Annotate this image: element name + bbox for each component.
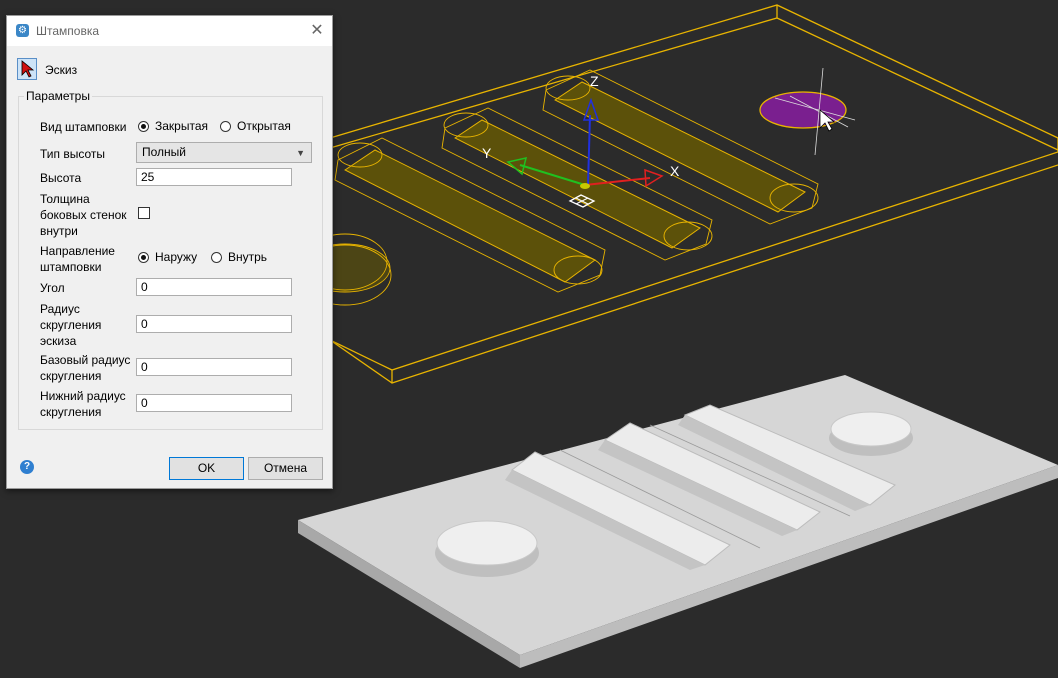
chevron-down-icon: ▼ — [296, 148, 305, 158]
ok-button[interactable]: OK — [169, 457, 244, 480]
height-input[interactable]: 25 — [136, 168, 292, 186]
bottom-radius-label-line1: Нижний радиус — [40, 389, 126, 403]
direction-in-radio[interactable] — [211, 252, 222, 263]
bottom-radius-label-line2: скругления — [40, 405, 102, 419]
angle-input[interactable]: 0 — [136, 278, 292, 296]
axis-label-y: Y — [482, 145, 492, 161]
wall-thickness-label-line2: боковых стенок — [40, 208, 127, 222]
sketch-radius-label-line3: эскиза — [40, 334, 77, 348]
sketch-label: Эскиз — [45, 63, 78, 77]
axis-label-x: X — [670, 163, 680, 179]
direction-label-line1: Направление — [40, 244, 115, 258]
direction-label-line2: штамповки — [40, 260, 102, 274]
bottom-radius-input[interactable]: 0 — [136, 394, 292, 412]
sketch-select-button[interactable] — [17, 58, 37, 80]
axis-label-z: Z — [590, 73, 599, 89]
help-icon[interactable]: ? — [20, 460, 34, 474]
solid-plate — [298, 375, 1058, 668]
selected-sketch-ellipse — [759, 91, 847, 129]
height-type-value: Полный — [142, 145, 186, 159]
sketch-radius-label-line1: Радиус — [40, 302, 80, 316]
direction-out-radio[interactable] — [138, 252, 149, 263]
stamping-dialog: ⚙ Штамповка ✕ Эскиз Параметры Вид штампо… — [6, 15, 333, 489]
height-type-select[interactable]: Полный ▼ — [136, 142, 312, 163]
base-radius-label-line2: скругления — [40, 369, 102, 383]
direction-in-label: Внутрь — [228, 250, 268, 264]
parameters-group-title: Параметры — [24, 89, 92, 103]
dialog-title: Штамповка — [36, 24, 100, 38]
wall-thickness-checkbox[interactable] — [138, 207, 150, 219]
app-gear-icon: ⚙ — [16, 24, 29, 37]
stamp-type-open-radio[interactable] — [220, 121, 231, 132]
close-button[interactable]: ✕ — [306, 20, 328, 42]
base-radius-input[interactable]: 0 — [136, 358, 292, 376]
direction-out-label: Наружу — [155, 250, 198, 264]
dialog-titlebar[interactable]: ⚙ Штамповка ✕ — [7, 16, 332, 46]
sketch-radius-input[interactable]: 0 — [136, 315, 292, 333]
wall-thickness-label-line3: внутри — [40, 224, 78, 238]
sketch-radius-label-line2: скругления — [40, 318, 102, 332]
height-label: Высота — [40, 171, 82, 185]
angle-label: Угол — [40, 281, 65, 295]
cancel-button[interactable]: Отмена — [248, 457, 323, 480]
stamp-type-closed-radio[interactable] — [138, 121, 149, 132]
height-type-label: Тип высоты — [40, 147, 106, 161]
stamp-type-open-label: Открытая — [237, 119, 291, 133]
cursor-arrow-icon — [21, 60, 35, 78]
wall-thickness-label-line1: Толщина — [40, 192, 90, 206]
base-radius-label-line1: Базовый радиус — [40, 353, 131, 367]
stamp-type-label: Вид штамповки — [40, 120, 127, 134]
stamp-type-closed-label: Закрытая — [155, 119, 209, 133]
